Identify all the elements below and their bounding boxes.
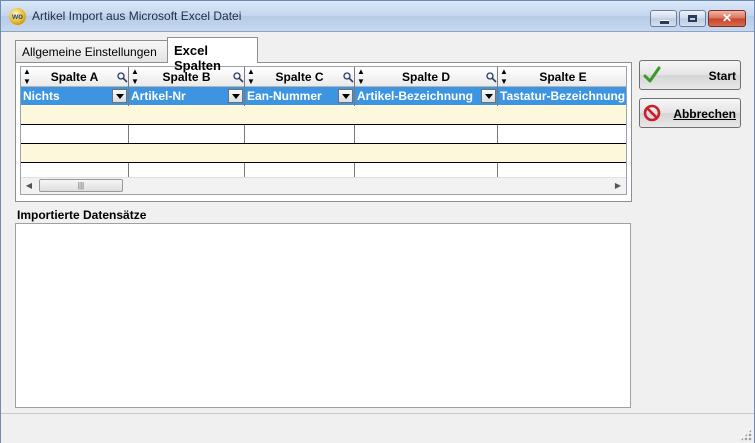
- chevron-down-icon[interactable]: [228, 89, 243, 103]
- select-value: Nichts: [23, 89, 60, 103]
- start-button-label: Start: [708, 69, 736, 83]
- column-header-label: Spalte E: [539, 70, 587, 84]
- resize-grip-icon[interactable]: [740, 429, 752, 441]
- tab-label: Excel Spalten: [174, 43, 221, 73]
- imported-records-label: Importierte Datensätze: [17, 208, 147, 222]
- select-value: Tastatur-Bezeichnung: [500, 89, 626, 103]
- column-header[interactable]: ▲ ▼ Spalte C: [245, 67, 354, 87]
- maximize-icon: [688, 15, 697, 22]
- search-icon[interactable]: [116, 71, 128, 83]
- column-header-label: Spalte D: [401, 70, 450, 84]
- sort-icon[interactable]: ▲ ▼: [500, 67, 508, 87]
- maximize-button[interactable]: [679, 10, 706, 27]
- horizontal-scrollbar[interactable]: ◀ ||| ▶: [21, 177, 626, 194]
- sort-icon[interactable]: ▲ ▼: [247, 67, 255, 87]
- table-row[interactable]: [21, 125, 626, 144]
- wo-app-icon: wo: [9, 8, 26, 25]
- title-bar[interactable]: wo Artikel Import aus Microsoft Excel Da…: [1, 1, 754, 32]
- sort-icon[interactable]: ▲ ▼: [23, 67, 31, 87]
- minimize-icon: [660, 20, 669, 24]
- search-icon[interactable]: [342, 71, 354, 83]
- column-mapping-select[interactable]: Nichts: [21, 87, 128, 106]
- search-icon[interactable]: [485, 71, 497, 83]
- column-mapping-select[interactable]: Artikel-Bezeichnung: [355, 87, 497, 106]
- column-header[interactable]: ▲ ▼ Spalte A: [21, 67, 128, 87]
- window-title: Artikel Import aus Microsoft Excel Datei: [32, 9, 242, 23]
- select-value: Ean-Nummer: [247, 89, 322, 103]
- search-icon[interactable]: [232, 71, 244, 83]
- column-mapping-select[interactable]: Artikel-Nr: [129, 87, 244, 106]
- sort-icon[interactable]: ▲ ▼: [131, 67, 139, 87]
- scroll-left-icon[interactable]: ◀: [21, 178, 37, 194]
- excel-columns-grid: ▲ ▼ Spalte A Nichts ▲ ▼ Spalte B Artikel-N…: [20, 66, 627, 195]
- column-mapping-select[interactable]: Tastatur-Bezeichnung: [498, 87, 626, 106]
- close-button[interactable]: ✕: [708, 10, 746, 27]
- close-icon: ✕: [721, 11, 733, 25]
- column-mapping-select[interactable]: Ean-Nummer: [245, 87, 354, 106]
- import-window: wo Artikel Import aus Microsoft Excel Da…: [0, 0, 755, 443]
- sort-icon[interactable]: ▲ ▼: [357, 67, 365, 87]
- chevron-down-icon[interactable]: [481, 89, 496, 103]
- status-bar: [1, 413, 754, 443]
- column-header-label: Spalte A: [50, 70, 99, 84]
- scrollbar-thumb[interactable]: |||: [39, 179, 123, 192]
- chevron-down-icon[interactable]: [338, 89, 353, 103]
- checkmark-icon: [643, 66, 661, 83]
- column-header[interactable]: ▲ ▼ Spalte D: [355, 67, 497, 87]
- cancel-button[interactable]: Abbrechen: [639, 98, 741, 128]
- cancel-button-label: Abbrechen: [673, 107, 736, 121]
- start-button[interactable]: Start: [639, 60, 741, 90]
- tab-excel-spalten[interactable]: Excel Spalten: [167, 37, 258, 73]
- select-value: Artikel-Bezeichnung: [357, 89, 474, 103]
- chevron-down-icon[interactable]: [112, 89, 127, 103]
- table-row[interactable]: [21, 144, 626, 163]
- table-row[interactable]: [21, 106, 626, 125]
- prohibited-icon: [643, 104, 661, 122]
- scroll-right-icon[interactable]: ▶: [610, 178, 626, 194]
- column-header-label: Spalte C: [275, 70, 324, 84]
- tab-label: Allgemeine Einstellungen: [22, 45, 157, 59]
- tab-allgemeine-einstellungen[interactable]: Allgemeine Einstellungen: [15, 40, 168, 62]
- column-header[interactable]: ▲ ▼ Spalte E: [498, 67, 626, 87]
- imported-records-list[interactable]: [15, 223, 631, 408]
- select-value: Artikel-Nr: [131, 89, 186, 103]
- minimize-button[interactable]: [650, 10, 677, 27]
